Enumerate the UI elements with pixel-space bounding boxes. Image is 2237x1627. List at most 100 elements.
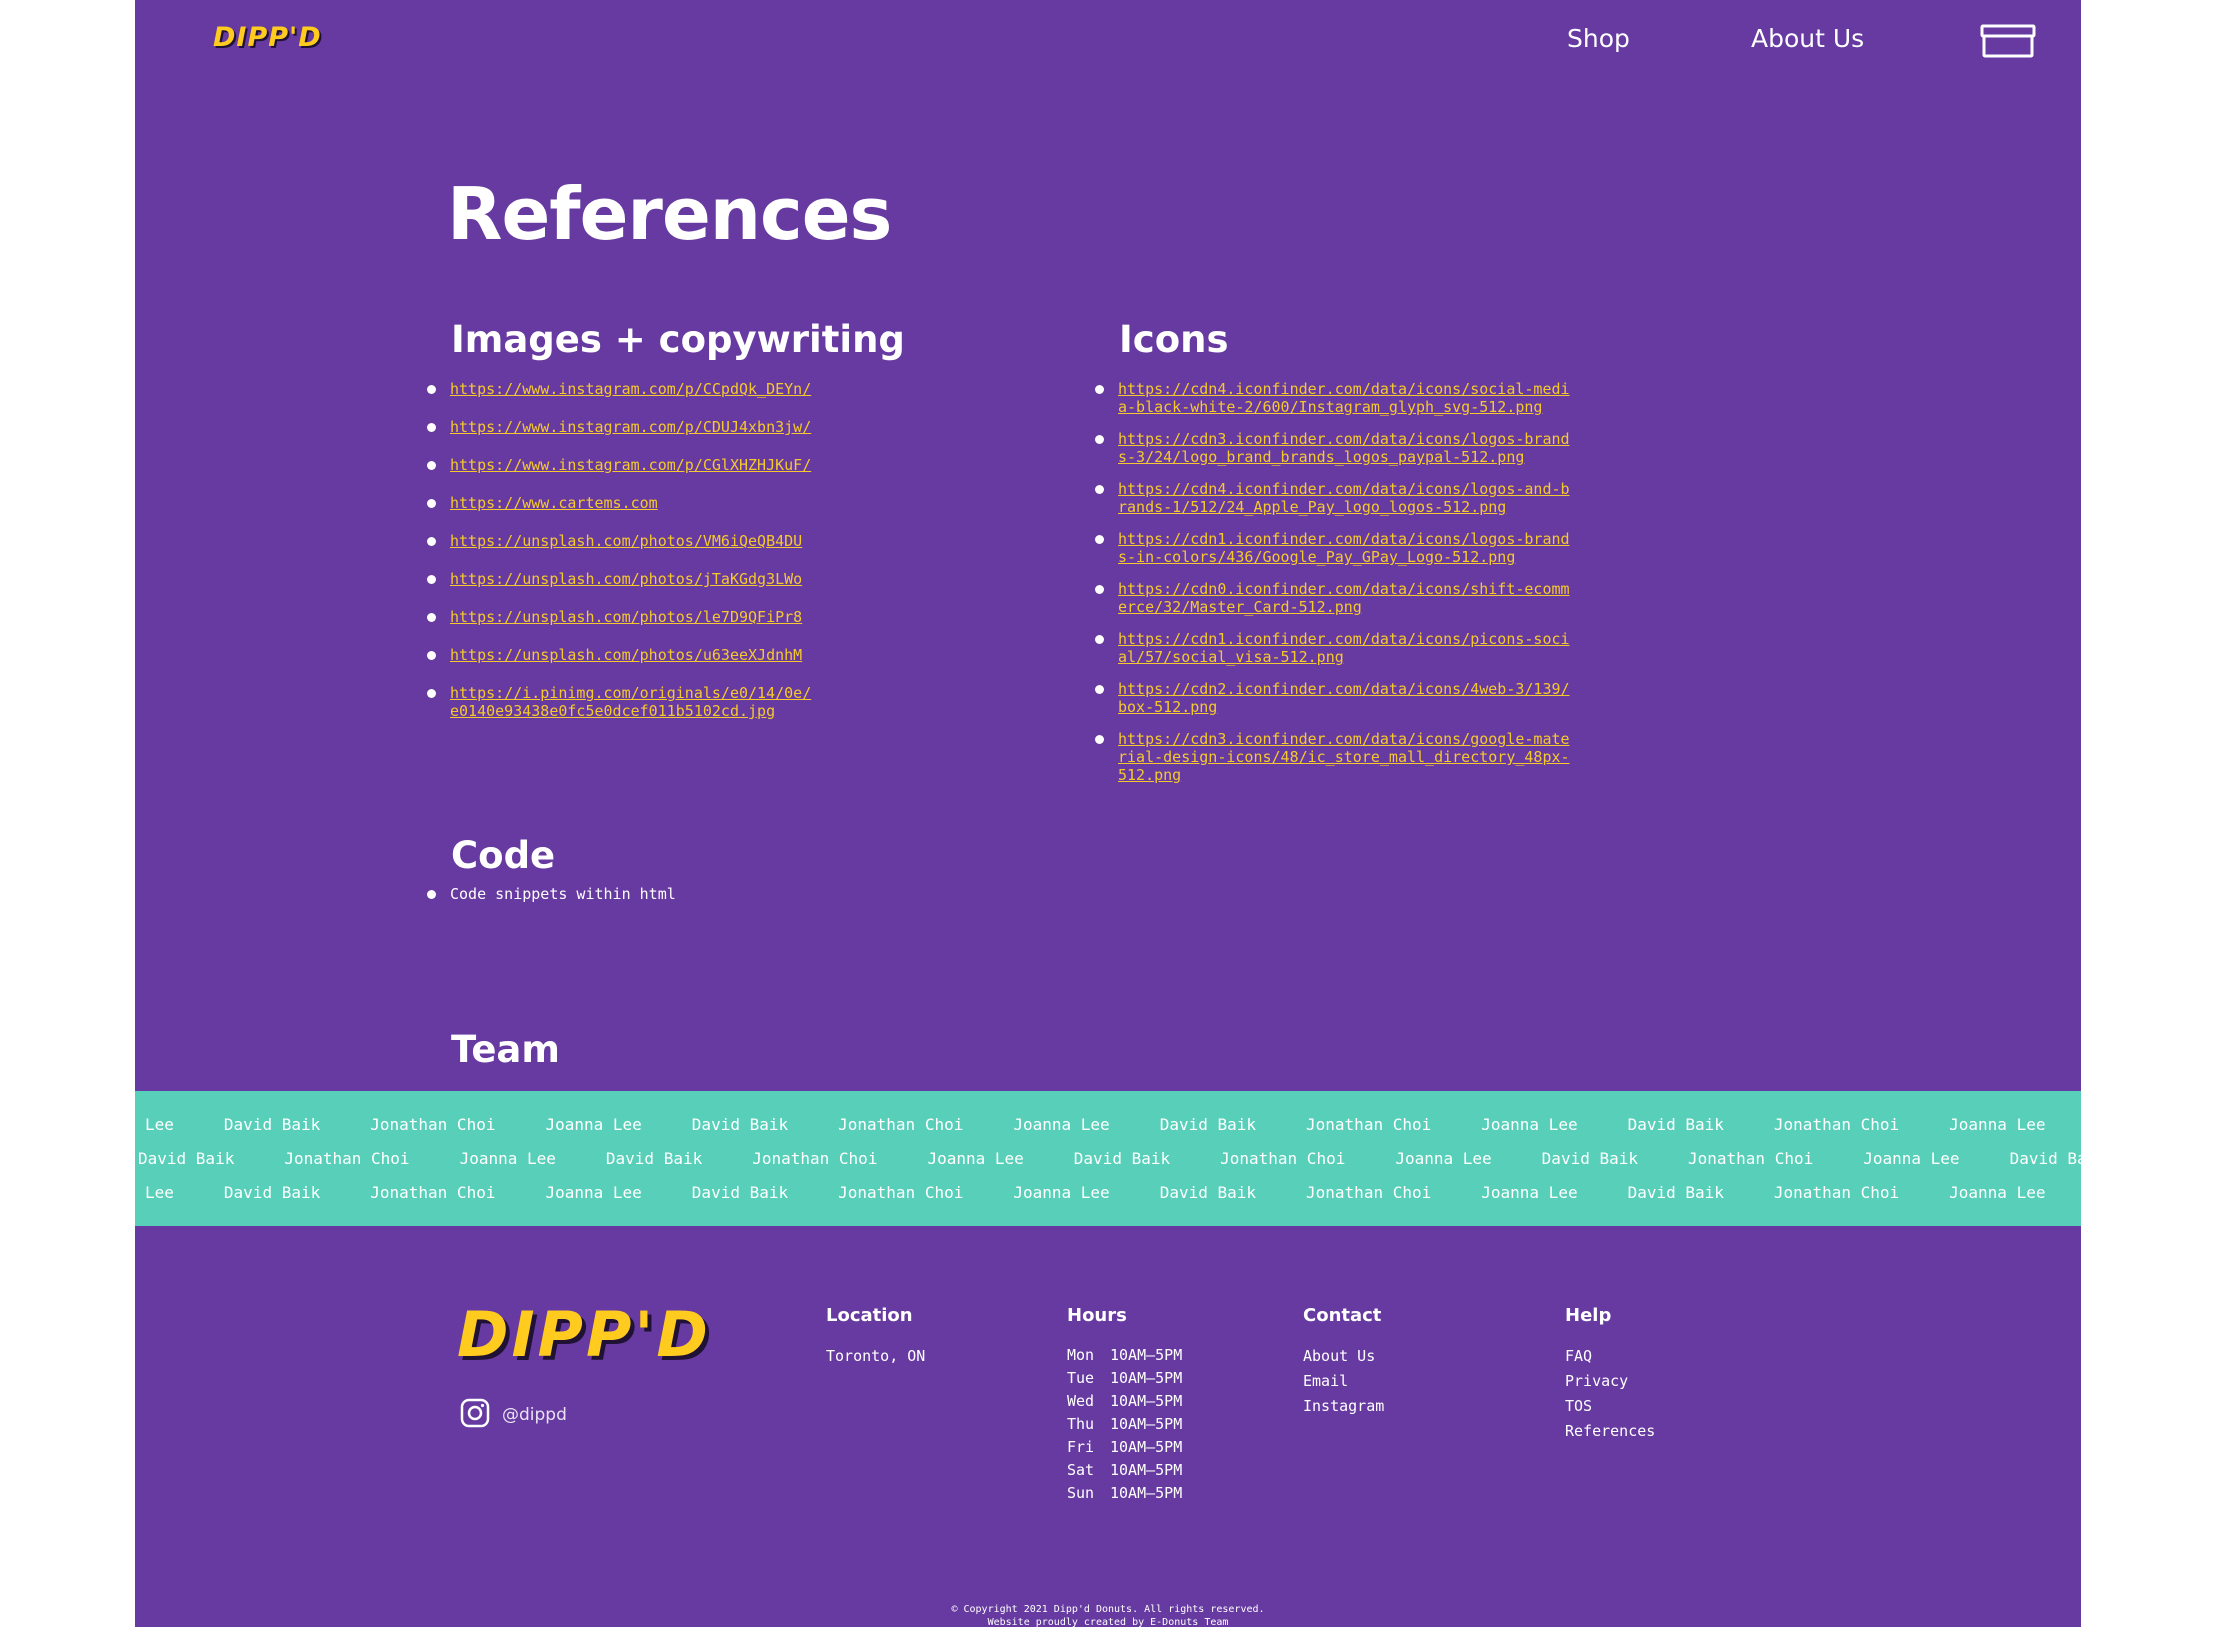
icon-reference-link[interactable]: https://cdn1.iconfinder.com/data/icons/l…	[1118, 530, 1578, 566]
hours-row: Tue 10AM–5PM	[1067, 1367, 1182, 1390]
list-item: https://cdn4.iconfinder.com/data/icons/l…	[1095, 480, 1578, 516]
team-marquee: Lee David Baik Jonathan Choi Joanna Lee Davi…	[135, 1091, 2081, 1226]
reference-link[interactable]: https://i.pinimg.com/originals/e0/14/0e/…	[450, 684, 820, 720]
page: DIPP'D Shop About Us References Images +…	[135, 0, 2081, 1627]
help-faq-link[interactable]: FAQ	[1565, 1347, 1592, 1365]
contact-email-link[interactable]: Email	[1303, 1372, 1348, 1390]
team-member-name: David Baik	[223, 1115, 321, 1134]
reference-link[interactable]: https://www.cartems.com	[450, 494, 820, 512]
list-item: https://cdn1.iconfinder.com/data/icons/p…	[1095, 630, 1578, 666]
icon-reference-link[interactable]: https://cdn1.iconfinder.com/data/icons/p…	[1118, 630, 1578, 666]
instagram-icon	[460, 1398, 490, 1433]
hours-day: Thu	[1067, 1415, 1095, 1433]
reference-link[interactable]: https://unsplash.com/photos/u63eeXJdnhM	[450, 646, 820, 664]
hours-day: Sun	[1067, 1484, 1095, 1502]
team-member-name: Jonathan Choi	[284, 1149, 410, 1168]
hours-day: Sat	[1067, 1461, 1095, 1479]
images-link-list: https://www.instagram.com/p/CCpdQk_DEYn/…	[427, 380, 820, 740]
hours-row: Mon 10AM–5PM	[1067, 1344, 1182, 1367]
team-member-name: Lee	[145, 1115, 174, 1134]
team-member-name: David Baik	[138, 1149, 235, 1168]
team-member-name: Joanna Lee	[1013, 1183, 1110, 1202]
team-member-name: Joanna Lee	[1395, 1149, 1492, 1168]
list-item: https://unsplash.com/photos/le7D9QFiPr8	[427, 608, 820, 626]
list-item: https://unsplash.com/photos/jTaKGdg3LWo	[427, 570, 820, 588]
footer-hours: Hours Mon 10AM–5PM Tue 10AM–5PM Wed 10AM–5PM T…	[1067, 1305, 1182, 1505]
help-privacy-link[interactable]: Privacy	[1565, 1372, 1628, 1390]
list-item: https://cdn3.iconfinder.com/data/icons/g…	[1095, 730, 1578, 784]
team-member-name: David Baik	[1541, 1149, 1638, 1168]
hours-day: Fri	[1067, 1438, 1095, 1456]
icon-reference-link[interactable]: https://cdn0.iconfinder.com/data/icons/s…	[1118, 580, 1578, 616]
team-member-name: Lee	[145, 1183, 174, 1202]
list-item: https://cdn1.iconfinder.com/data/icons/l…	[1095, 530, 1578, 566]
team-member-name: David Baik	[1159, 1183, 1257, 1202]
footer-location: Location Toronto, ON	[826, 1305, 925, 1369]
header-logo[interactable]: DIPP'D	[213, 22, 322, 53]
hours-time: 10AM–5PM	[1110, 1461, 1183, 1479]
hours-row: Thu 10AM–5PM	[1067, 1413, 1182, 1436]
team-member-name: David Baik	[1159, 1115, 1257, 1134]
reference-link[interactable]: https://unsplash.com/photos/jTaKGdg3LWo	[450, 570, 820, 588]
contact-instagram-link[interactable]: Instagram	[1303, 1397, 1384, 1415]
footer-logo[interactable]: DIPP'D	[457, 1298, 711, 1371]
icon-reference-link[interactable]: https://cdn4.iconfinder.com/data/icons/s…	[1118, 380, 1578, 416]
team-member-name: Joanna Lee	[927, 1149, 1024, 1168]
team-member-name: Jonathan Choi	[838, 1183, 964, 1202]
team-member-name: Jonathan Choi	[1306, 1183, 1432, 1202]
list-item: https://www.instagram.com/p/CDUJ4xbn3jw/	[427, 418, 820, 436]
footer-location-title: Location	[826, 1305, 913, 1326]
team-member-name: Joanna Lee	[459, 1149, 556, 1168]
hours-time: 10AM–5PM	[1110, 1392, 1183, 1410]
icon-reference-link[interactable]: https://cdn3.iconfinder.com/data/icons/g…	[1118, 730, 1578, 784]
hours-time: 10AM–5PM	[1110, 1484, 1183, 1502]
reference-link[interactable]: https://www.instagram.com/p/CDUJ4xbn3jw/	[450, 418, 820, 436]
instagram-handle: @dippd	[502, 1405, 567, 1425]
team-member-name: David Baik	[1627, 1115, 1724, 1134]
nav-shop-link[interactable]: Shop	[1567, 24, 1630, 53]
team-member-name: Joanna Lee	[1481, 1115, 1578, 1134]
icon-reference-link[interactable]: https://cdn4.iconfinder.com/data/icons/l…	[1118, 480, 1578, 516]
team-marquee-row: Lee David Baik Jonathan Choi Joanna Lee Davi…	[145, 1115, 2081, 1134]
reference-link[interactable]: https://www.instagram.com/p/CCpdQk_DEYn/	[450, 380, 820, 398]
instagram-link[interactable]: @dippd	[460, 1398, 567, 1433]
hours-time: 10AM–5PM	[1110, 1346, 1183, 1364]
icons-link-list: https://cdn4.iconfinder.com/data/icons/s…	[1095, 380, 1578, 798]
list-item: https://i.pinimg.com/originals/e0/14/0e/…	[427, 684, 820, 720]
reference-link[interactable]: https://unsplash.com/photos/le7D9QFiPr8	[450, 608, 820, 626]
code-list: Code snippets within html	[427, 885, 850, 903]
team-member-name: Jonathan Choi	[1773, 1183, 1900, 1202]
hours-row: Sat 10AM–5PM	[1067, 1459, 1182, 1482]
hours-day: Tue	[1067, 1369, 1095, 1387]
team-member-name: David Baik	[1627, 1183, 1724, 1202]
footer-help-title: Help	[1565, 1305, 1612, 1326]
team-member-name: Jonathan Choi	[370, 1183, 496, 1202]
credit-text: Website proudly created by E-Donuts Team	[987, 1617, 1229, 1627]
footer-help: Help FAQ Privacy TOS References	[1565, 1305, 1655, 1444]
footer-hours-title: Hours	[1067, 1305, 1127, 1326]
team-member-name: Joanna Lee	[545, 1183, 642, 1202]
icon-reference-link[interactable]: https://cdn2.iconfinder.com/data/icons/4…	[1118, 680, 1578, 716]
team-member-name: David Baik	[691, 1183, 789, 1202]
team-member-name: Jonathan Choi	[370, 1115, 496, 1134]
list-item: https://cdn0.iconfinder.com/data/icons/s…	[1095, 580, 1578, 616]
store-box-icon[interactable]	[1980, 24, 2036, 58]
list-item: https://www.cartems.com	[427, 494, 820, 512]
team-member-name: David Baik	[605, 1149, 703, 1168]
hours-day: Mon	[1067, 1346, 1095, 1364]
list-item: https://unsplash.com/photos/VM6iQeQB4DU	[427, 532, 820, 550]
team-member-name: Jonathan Choi	[1220, 1149, 1346, 1168]
reference-link[interactable]: https://unsplash.com/photos/VM6iQeQB4DU	[450, 532, 820, 550]
location-text: Toronto, ON	[826, 1347, 926, 1365]
icon-reference-link[interactable]: https://cdn3.iconfinder.com/data/icons/l…	[1118, 430, 1578, 466]
copyright-text: © Copyright 2021 Dipp'd Donuts. All righ…	[951, 1604, 1265, 1615]
contact-about-link[interactable]: About Us	[1303, 1347, 1375, 1365]
nav-about-link[interactable]: About Us	[1751, 24, 1864, 53]
team-marquee-row: David Baik Jonathan Choi Joanna Lee David B…	[138, 1149, 2081, 1168]
team-member-name: Jonathan Choi	[752, 1149, 878, 1168]
help-references-link[interactable]: References	[1565, 1422, 1655, 1440]
reference-link[interactable]: https://www.instagram.com/p/CGlXHZHJKuF/	[450, 456, 820, 474]
team-member-name: Joanna Lee	[1949, 1115, 2046, 1134]
copyright: © Copyright 2021 Dipp'd Donuts. All righ…	[135, 1603, 2081, 1627]
help-tos-link[interactable]: TOS	[1565, 1397, 1592, 1415]
